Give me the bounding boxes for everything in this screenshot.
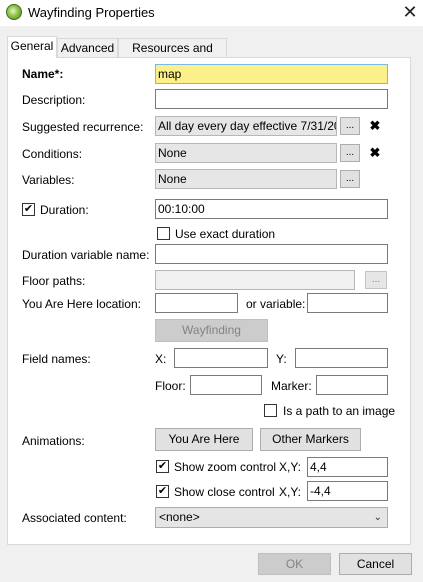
or-variable-label: or variable:	[246, 297, 306, 311]
associated-content-value: <none>	[159, 510, 200, 524]
x-label: X:	[155, 352, 167, 366]
conditions-browse-button[interactable]: ...	[340, 144, 360, 162]
conditions-clear-icon[interactable]: ✖	[364, 144, 386, 162]
recurrence-label: Suggested recurrence:	[22, 120, 144, 134]
name-input[interactable]: map	[155, 64, 388, 84]
variables-field: None	[155, 169, 337, 189]
floor-label: Floor:	[155, 379, 186, 393]
zoom-control-label: Show zoom control	[174, 460, 277, 474]
floor-paths-browse-button[interactable]: ...	[365, 271, 387, 289]
duration-variable-label: Duration variable name:	[22, 248, 150, 262]
close-control-label: Show close control	[174, 485, 275, 499]
floor-paths-input[interactable]	[155, 270, 355, 290]
close-xy-input[interactable]: -4,4	[307, 481, 388, 501]
zoom-xy-label: X,Y:	[279, 460, 302, 474]
floor-field-input[interactable]	[190, 375, 262, 395]
window-title: Wayfinding Properties	[28, 5, 155, 20]
chevron-down-icon: ⌄	[373, 512, 382, 523]
recurrence-field: All day every day effective 7/31/2018	[155, 116, 337, 136]
path-image-label: Is a path to an image	[283, 404, 396, 418]
path-image-checkbox[interactable]	[264, 404, 277, 417]
duration-checkbox[interactable]: ✔	[22, 203, 35, 216]
other-markers-button[interactable]: Other Markers	[260, 428, 361, 451]
you-are-here-label: You Are Here location:	[22, 297, 141, 311]
you-are-here-input[interactable]	[155, 293, 238, 313]
y-field-input[interactable]	[295, 348, 388, 368]
zoom-xy-input[interactable]: 4,4	[307, 457, 388, 477]
tab-resources-and-input[interactable]: Resources and Input	[118, 38, 227, 73]
associated-content-label: Associated content:	[22, 511, 127, 525]
name-label: Name*:	[22, 67, 64, 81]
duration-label: Duration:	[40, 203, 89, 217]
ok-button[interactable]: OK	[258, 553, 331, 575]
app-icon	[6, 4, 22, 20]
exact-duration-checkbox[interactable]	[157, 227, 170, 240]
duration-variable-input[interactable]	[155, 244, 388, 264]
or-variable-input[interactable]	[307, 293, 388, 313]
close-xy-label: X,Y:	[279, 485, 302, 499]
x-field-input[interactable]	[174, 348, 268, 368]
marker-field-input[interactable]	[316, 375, 388, 395]
conditions-label: Conditions:	[22, 147, 83, 161]
recurrence-clear-icon[interactable]: ✖	[364, 117, 386, 135]
description-label: Description:	[22, 93, 86, 107]
marker-label: Marker:	[271, 379, 312, 393]
y-label: Y:	[276, 352, 287, 366]
duration-input[interactable]: 00:10:00	[155, 199, 388, 219]
conditions-field: None	[155, 143, 337, 163]
recurrence-browse-button[interactable]: ...	[340, 117, 360, 135]
field-names-label: Field names:	[22, 352, 91, 366]
variables-label: Variables:	[22, 173, 75, 187]
you-are-here-button[interactable]: You Are Here	[155, 428, 253, 451]
floor-paths-label: Floor paths:	[22, 274, 86, 288]
zoom-control-checkbox[interactable]: ✔	[156, 460, 169, 473]
close-icon[interactable]: ✕	[401, 2, 419, 22]
tab-general[interactable]: General	[7, 36, 57, 58]
cancel-button[interactable]: Cancel	[339, 553, 412, 575]
animations-label: Animations:	[22, 434, 85, 448]
variables-browse-button[interactable]: ...	[340, 170, 360, 188]
exact-duration-label: Use exact duration	[175, 227, 276, 241]
associated-content-select[interactable]: <none> ⌄	[155, 507, 388, 528]
tab-advanced[interactable]: Advanced	[57, 38, 118, 57]
description-input[interactable]	[155, 89, 388, 109]
wayfinding-button[interactable]: Wayfinding	[155, 319, 268, 342]
close-control-checkbox[interactable]: ✔	[156, 485, 169, 498]
